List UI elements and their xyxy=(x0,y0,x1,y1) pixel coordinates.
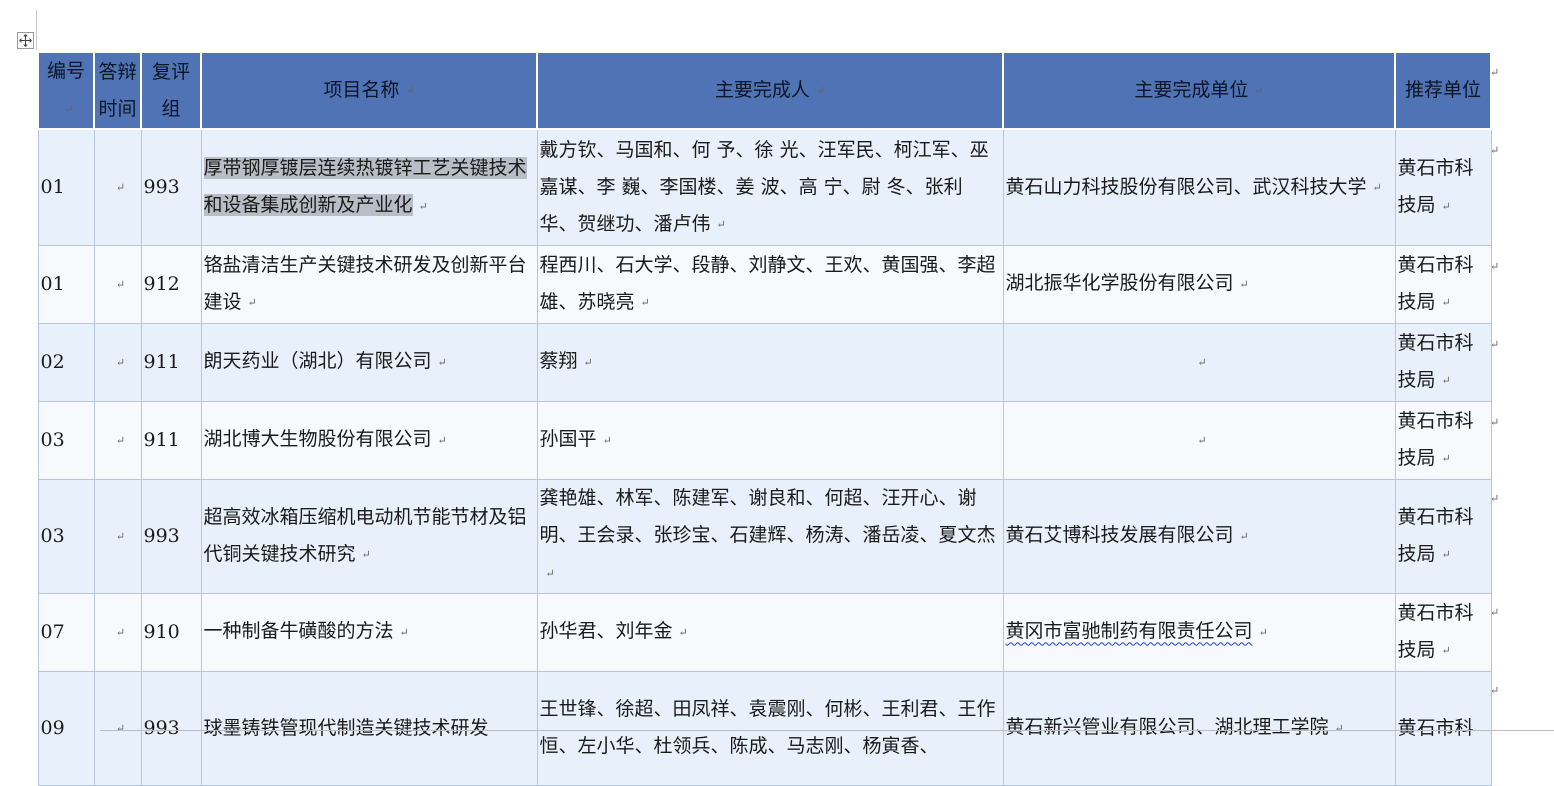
cell-project[interactable]: 球墨铸铁管现代制造关键技术研发 xyxy=(200,670,538,786)
cell-group[interactable]: 910 xyxy=(140,592,202,672)
cell-project[interactable]: 湖北博大生物股份有限公司 ↵ xyxy=(200,400,538,480)
cell-id[interactable]: 02 xyxy=(37,322,95,402)
cell-project[interactable]: 厚带钢厚镀层连续热镀锌工艺关键技术和设备集成创新及产业化 ↵ xyxy=(200,128,538,246)
cell-unit[interactable]: 黄石山力科技股份有限公司、武汉科技大学 ↵ xyxy=(1002,128,1396,246)
table-row: 07 ↵ 910 一种制备牛磺酸的方法 ↵ 孙华君、刘年金 ↵ 黄冈市富驰制药有限责… xyxy=(37,592,1492,672)
cell-recommender[interactable]: 黄石市科技局 ↵ xyxy=(1394,322,1492,402)
header-project-name[interactable]: 项目名称 ↵ xyxy=(200,51,538,130)
cell-unit[interactable]: ↵ xyxy=(1002,322,1396,402)
cell-persons[interactable]: 戴方钦、马国和、何 予、徐 光、汪军民、柯江军、巫嘉谋、李 巍、李国楼、姜 波、… xyxy=(536,128,1004,246)
cell-project[interactable]: 铬盐清洁生产关键技术研发及创新平台建设 ↵ xyxy=(200,244,538,324)
cell-time[interactable]: ↵ xyxy=(93,244,142,324)
cell-group[interactable]: 993 xyxy=(140,478,202,594)
cell-project[interactable]: 超高效冰箱压缩机电动机节能节材及铝代铜关键技术研究 ↵ xyxy=(200,478,538,594)
cell-recommender[interactable]: 黄石市科技局 ↵ xyxy=(1394,244,1492,324)
cell-persons[interactable]: 龚艳雄、林军、陈建军、谢良和、何超、汪开心、谢明、王会录、张珍宝、石建辉、杨涛、… xyxy=(536,478,1004,594)
cell-unit[interactable]: 黄石新兴管业有限公司、湖北理工学院 ↵ xyxy=(1002,670,1396,786)
cell-unit[interactable]: ↵ xyxy=(1002,400,1396,480)
row-end-mark: ↵ xyxy=(1490,260,1500,273)
cell-id[interactable]: 03 xyxy=(37,400,95,480)
cell-recommender[interactable]: 黄石市科 xyxy=(1394,670,1492,786)
cell-unit[interactable]: 黄石艾博科技发展有限公司 ↵ xyxy=(1002,478,1396,594)
cell-persons[interactable]: 王世锋、徐超、田凤祥、袁震刚、何彬、王利君、王作恒、左小华、杜领兵、陈成、马志刚… xyxy=(536,670,1004,786)
table-row: 09 ↵ 993 球墨铸铁管现代制造关键技术研发 王世锋、徐超、田凤祥、袁震刚、… xyxy=(37,670,1492,786)
cell-persons[interactable]: 孙国平 ↵ xyxy=(536,400,1004,480)
cell-project[interactable]: 一种制备牛磺酸的方法 ↵ xyxy=(200,592,538,672)
cell-id[interactable]: 03 xyxy=(37,478,95,594)
table-header-row: 编号↵ 答辩时间 复评组 项目名称 ↵ 主要完成人 ↵ 主要完成单位 ↵ 推荐单位 xyxy=(37,51,1492,130)
header-review-group[interactable]: 复评组 xyxy=(140,51,202,130)
cell-time[interactable]: ↵ xyxy=(93,670,142,786)
cell-group[interactable]: 911 xyxy=(140,400,202,480)
cell-id[interactable]: 01 xyxy=(37,128,95,246)
cell-time[interactable]: ↵ xyxy=(93,400,142,480)
cell-persons[interactable]: 程西川、石大学、段静、刘静文、王欢、黄国强、李超雄、苏晓亮 ↵ xyxy=(536,244,1004,324)
row-end-mark: ↵ xyxy=(1490,338,1500,351)
cell-group[interactable]: 912 xyxy=(140,244,202,324)
row-end-mark: ↵ xyxy=(1490,606,1500,619)
evaluation-table: 编号↵ 答辩时间 复评组 项目名称 ↵ 主要完成人 ↵ 主要完成单位 ↵ 推荐单位 0… xyxy=(37,51,1492,786)
cell-recommender[interactable]: 黄石市科技局 ↵ xyxy=(1394,128,1492,246)
cell-persons[interactable]: 蔡翔 ↵ xyxy=(536,322,1004,402)
cell-time[interactable]: ↵ xyxy=(93,478,142,594)
table-row: 03 ↵ 993 超高效冰箱压缩机电动机节能节材及铝代铜关键技术研究 ↵ 龚艳雄、… xyxy=(37,478,1492,594)
row-end-mark: ↵ xyxy=(1490,492,1500,505)
table-move-handle-icon[interactable] xyxy=(17,32,34,49)
table-row: 03 ↵ 911 湖北博大生物股份有限公司 ↵ 孙国平 ↵ ↵ 黄石市科技局 ↵ xyxy=(37,400,1492,480)
table-row: 01 ↵ 993 厚带钢厚镀层连续热镀锌工艺关键技术和设备集成创新及产业化 ↵ 戴… xyxy=(37,128,1492,246)
page-margin-guide xyxy=(36,10,37,50)
cell-id[interactable]: 07 xyxy=(37,592,95,672)
cell-unit[interactable]: 黄冈市富驰制药有限责任公司 ↵ xyxy=(1002,592,1396,672)
cell-id[interactable]: 01 xyxy=(37,244,95,324)
cell-recommender[interactable]: 黄石市科技局 ↵ xyxy=(1394,400,1492,480)
row-end-mark: ↵ xyxy=(1490,684,1500,697)
cell-recommender[interactable]: 黄石市科技局 ↵ xyxy=(1394,592,1492,672)
header-main-persons[interactable]: 主要完成人 ↵ xyxy=(536,51,1004,130)
cell-group[interactable]: 993 xyxy=(140,670,202,786)
row-end-mark: ↵ xyxy=(1490,66,1500,79)
cell-group[interactable]: 911 xyxy=(140,322,202,402)
cell-unit[interactable]: 湖北振华化学股份有限公司 ↵ xyxy=(1002,244,1396,324)
table-row: 02 ↵ 911 朗天药业（湖北）有限公司 ↵ 蔡翔 ↵ ↵ 黄石市科技局 ↵ xyxy=(37,322,1492,402)
header-id[interactable]: 编号↵ xyxy=(37,51,95,130)
cell-id[interactable]: 09 xyxy=(37,670,95,786)
header-recommender[interactable]: 推荐单位 xyxy=(1394,51,1492,130)
cell-recommender[interactable]: 黄石市科技局 ↵ xyxy=(1394,478,1492,594)
cell-project[interactable]: 朗天药业（湖北）有限公司 ↵ xyxy=(200,322,538,402)
row-end-mark: ↵ xyxy=(1490,416,1500,429)
cell-persons[interactable]: 孙华君、刘年金 ↵ xyxy=(536,592,1004,672)
cell-time[interactable]: ↵ xyxy=(93,128,142,246)
header-defense-time[interactable]: 答辩时间 xyxy=(93,51,142,130)
header-main-unit[interactable]: 主要完成单位 ↵ xyxy=(1002,51,1396,130)
cell-time[interactable]: ↵ xyxy=(93,592,142,672)
row-end-mark: ↵ xyxy=(1490,144,1500,157)
table-row: 01 ↵ 912 铬盐清洁生产关键技术研发及创新平台建设 ↵ 程西川、石大学、段静… xyxy=(37,244,1492,324)
page-bottom-divider xyxy=(100,730,1554,731)
cell-group[interactable]: 993 xyxy=(140,128,202,246)
cell-time[interactable]: ↵ xyxy=(93,322,142,402)
